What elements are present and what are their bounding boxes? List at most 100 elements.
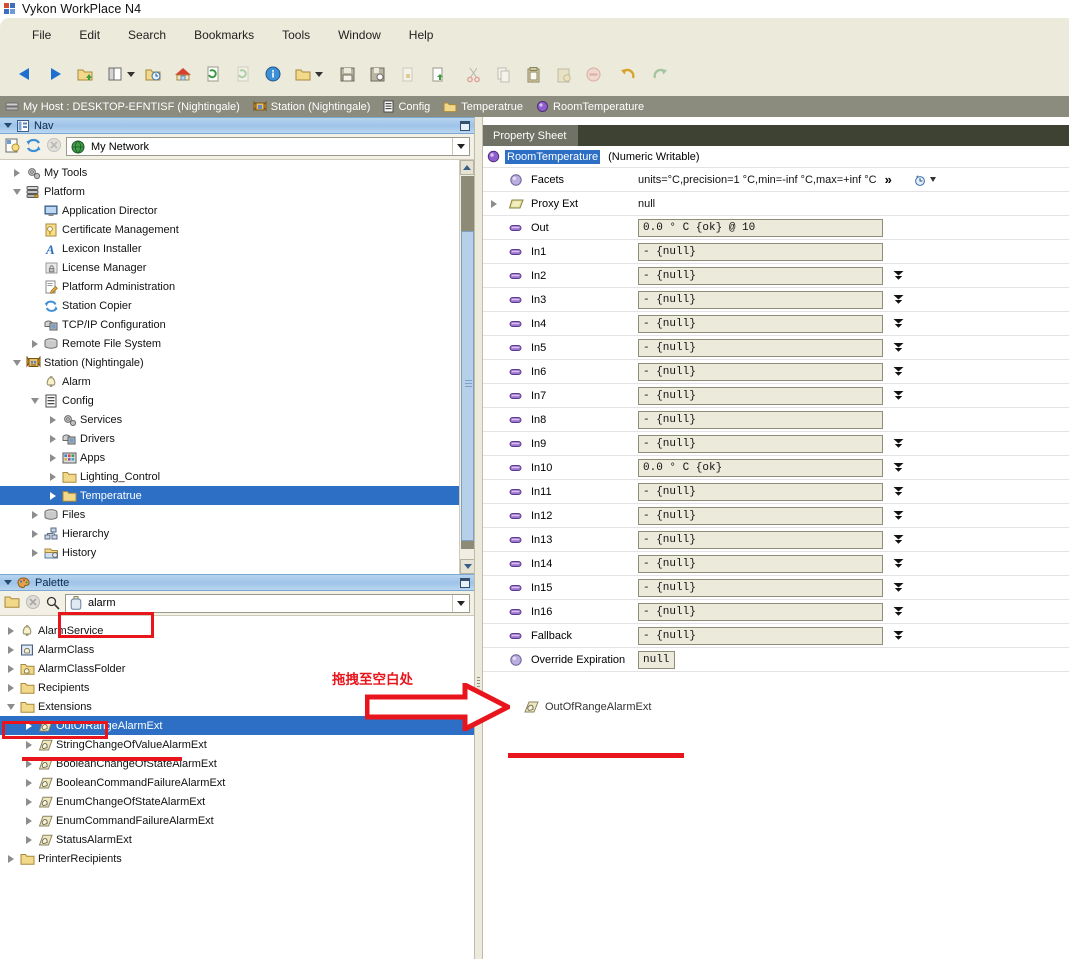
tree-item-services[interactable]: Services [0, 410, 474, 429]
nav-scroll-track-lower[interactable] [461, 541, 474, 549]
tree-item-alarmclassfolder[interactable]: AlarmClassFolder [0, 659, 474, 678]
recent-folder-icon[interactable] [138, 59, 168, 89]
property-row-override-expiration[interactable]: Override Expiration null [483, 648, 1069, 672]
property-row-in1[interactable]: In1 - {null} [483, 240, 1069, 264]
property-value-input[interactable]: - {null} [638, 578, 883, 597]
chevron-right-icon[interactable] [22, 830, 36, 849]
breadcrumb-item-point[interactable]: RoomTemperature [534, 100, 651, 113]
tree-item-booleanchangeofstatealarmext[interactable]: BooleanChangeOfStateAlarmExt [0, 754, 474, 773]
palette-module-dropdown-icon[interactable] [452, 594, 469, 612]
menu-item-help[interactable]: Help [395, 25, 448, 45]
property-value-input[interactable]: - {null} [638, 290, 883, 309]
tree-item-alarmservice[interactable]: AlarmService [0, 621, 474, 640]
tree-item-station-copier[interactable]: Station Copier [0, 296, 474, 315]
chevron-right-icon[interactable] [4, 659, 18, 678]
property-row-in3[interactable]: In3 - {null} [483, 288, 1069, 312]
chevron-down-icon[interactable] [4, 123, 12, 128]
chevron-right-icon[interactable] [22, 754, 36, 773]
property-row-in10[interactable]: In10 0.0 ° C {ok} [483, 456, 1069, 480]
vertical-splitter[interactable] [474, 117, 483, 959]
nav-panel-header[interactable]: Nav [0, 117, 474, 134]
breadcrumb-item-config[interactable]: Config [381, 100, 437, 113]
nav-scroll-track-upper[interactable] [461, 176, 474, 231]
property-dropdown-icon[interactable] [891, 462, 905, 474]
chevron-right-icon[interactable] [22, 773, 36, 792]
tree-item-license-manager[interactable]: License Manager [0, 258, 474, 277]
property-value-input[interactable]: - {null} [638, 386, 883, 405]
tree-item-history[interactable]: History [0, 543, 474, 562]
property-value-input[interactable]: - {null} [638, 242, 883, 261]
property-dropdown-icon[interactable] [891, 630, 905, 642]
tree-item-platform[interactable]: Platform [0, 182, 474, 201]
chevron-right-icon[interactable] [46, 467, 60, 486]
breadcrumb-item-folder[interactable]: Temperatrue [441, 101, 530, 113]
tree-item-alarm[interactable]: Alarm [0, 372, 474, 391]
property-value-input[interactable]: 0.0 ° C {ok} @ 10 [638, 218, 883, 237]
tree-item-enumchangeofstatealarmext[interactable]: EnumChangeOfStateAlarmExt [0, 792, 474, 811]
palette-panel-header[interactable]: Palette [0, 574, 474, 591]
chevron-right-icon[interactable] [22, 811, 36, 830]
undo-icon[interactable] [614, 59, 644, 89]
chevron-right-icon[interactable] [46, 486, 60, 505]
facets-expand-icon[interactable]: » [885, 172, 892, 187]
info-icon[interactable] [258, 59, 288, 89]
save-icon[interactable] [332, 59, 362, 89]
tree-item-files[interactable]: Files [0, 505, 474, 524]
home-icon[interactable] [168, 59, 198, 89]
search-icon[interactable] [45, 596, 61, 610]
property-dropdown-icon[interactable] [891, 318, 905, 330]
chevron-down-icon[interactable] [28, 391, 42, 410]
nav-ord-field[interactable]: My Network [66, 137, 470, 156]
property-row-in5[interactable]: In5 - {null} [483, 336, 1069, 360]
tree-item-station-nightingale-[interactable]: Station (Nightingale) [0, 353, 474, 372]
property-value-input[interactable]: null [638, 650, 675, 669]
property-row-proxy-ext[interactable]: Proxy Ext null [483, 192, 1069, 216]
property-dropdown-icon[interactable] [891, 342, 905, 354]
tree-item-enumcommandfailurealarmext[interactable]: EnumCommandFailureAlarmExt [0, 811, 474, 830]
refresh-page-icon[interactable] [198, 59, 228, 89]
chevron-right-icon[interactable] [46, 429, 60, 448]
tree-item-platform-administration[interactable]: Platform Administration [0, 277, 474, 296]
tree-item-outofrangealarmext[interactable]: OutOfRangeAlarmExt [0, 716, 474, 735]
property-row-out[interactable]: Out 0.0 ° C {ok} @ 10 [483, 216, 1069, 240]
chevron-right-icon[interactable] [46, 410, 60, 429]
up-folder-icon[interactable] [70, 59, 100, 89]
tree-item-stringchangeofvaluealarmext[interactable]: StringChangeOfValueAlarmExt [0, 735, 474, 754]
property-row-in2[interactable]: In2 - {null} [483, 264, 1069, 288]
tree-item-hierarchy[interactable]: Hierarchy [0, 524, 474, 543]
property-row-in13[interactable]: In13 - {null} [483, 528, 1069, 552]
facets-edit-icon[interactable] [912, 173, 936, 187]
nav-tree[interactable]: My Tools Platform Application Director Cert… [0, 160, 474, 574]
open-palette-icon[interactable] [4, 594, 21, 612]
scroll-down-button[interactable] [460, 559, 474, 574]
chevron-right-icon[interactable] [4, 621, 18, 640]
property-row-in16[interactable]: In16 - {null} [483, 600, 1069, 624]
menu-item-file[interactable]: File [18, 25, 65, 45]
property-row-in11[interactable]: In11 - {null} [483, 480, 1069, 504]
property-row-fallback[interactable]: Fallback - {null} [483, 624, 1069, 648]
property-value-input[interactable]: - {null} [638, 338, 883, 357]
property-value-input[interactable]: - {null} [638, 482, 883, 501]
property-value-input[interactable]: - {null} [638, 266, 883, 285]
redo-icon[interactable] [644, 59, 674, 89]
menu-item-search[interactable]: Search [114, 25, 180, 45]
side-bars-icon[interactable] [100, 59, 130, 89]
property-value-input[interactable]: - {null} [638, 410, 883, 429]
property-value-input[interactable]: - {null} [638, 506, 883, 525]
tree-item-recipients[interactable]: Recipients [0, 678, 474, 697]
chevron-right-icon[interactable] [4, 678, 18, 697]
palette-tree[interactable]: AlarmService AlarmClass AlarmClassFolder Re… [0, 616, 474, 941]
close-palette-icon[interactable] [25, 594, 41, 613]
property-row-in15[interactable]: In15 - {null} [483, 576, 1069, 600]
property-dropdown-icon[interactable] [891, 486, 905, 498]
menu-item-bookmarks[interactable]: Bookmarks [180, 25, 268, 45]
chevron-right-icon[interactable] [28, 505, 42, 524]
chevron-right-icon[interactable] [28, 334, 42, 353]
breadcrumb-item-station[interactable]: Station (Nightingale) [251, 100, 378, 113]
chevron-right-icon[interactable] [4, 849, 18, 868]
property-dropdown-icon[interactable] [891, 558, 905, 570]
nav-scrollbar[interactable] [459, 160, 474, 574]
nav-scroll-thumb[interactable] [461, 231, 474, 541]
scroll-up-button[interactable] [460, 160, 474, 175]
tree-item-config[interactable]: Config [0, 391, 474, 410]
